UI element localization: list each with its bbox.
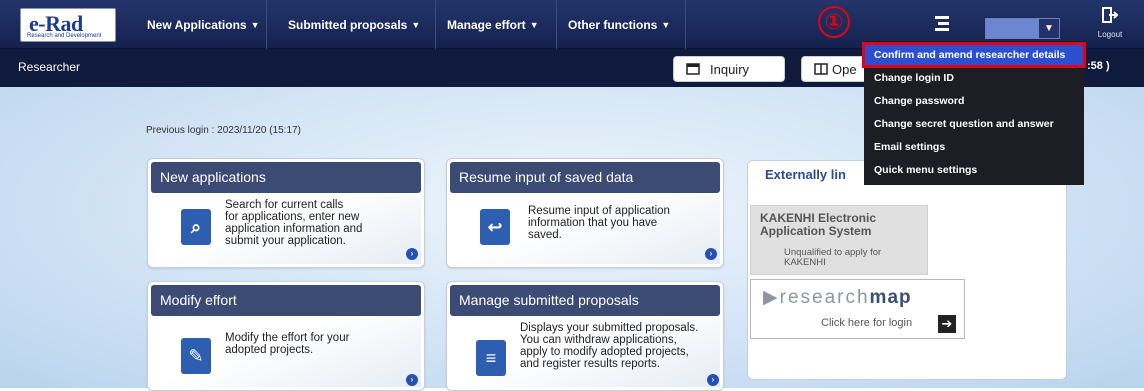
desc-line: Modify the effort for your [225, 332, 350, 344]
desc-line: submit your application. [225, 235, 346, 247]
researchmap-banner[interactable]: ▶researchmap Click here for login ➔ [750, 279, 965, 339]
arrow-right-icon[interactable]: ➔ [938, 315, 956, 333]
card-title: Manage submitted proposals [450, 285, 720, 316]
app-window: e-Rad Research and Development New Appli… [0, 0, 1144, 391]
card-title: Resume input of saved data [450, 162, 720, 193]
desc-line: for applications, enter new [225, 211, 360, 223]
menu-item-change-secret-question[interactable]: Change secret question and answer [864, 113, 1084, 135]
desc-line: saved. [528, 229, 562, 241]
card-description: Search for current calls for application… [225, 199, 362, 247]
logo-subtext: Research and Development [27, 33, 102, 39]
card-modify-effort[interactable]: Modify effort ✎ Modify the effort for yo… [147, 281, 425, 391]
previous-login: Previous login : 2023/11/20 (15:17) [146, 125, 301, 136]
inquiry-button[interactable]: Inquiry [673, 56, 785, 82]
desc-line: Search for current calls [225, 199, 344, 211]
role-label: Researcher [18, 60, 81, 74]
desc-line: apply to modify adopted projects, [520, 346, 689, 358]
open-label: Ope [832, 61, 857, 77]
user-menu-dropdown: Confirm and amend researcher details Cha… [862, 41, 1086, 185]
desc-line: and register results reports. [520, 358, 660, 370]
arrow-right-icon[interactable]: › [705, 248, 717, 260]
user-select[interactable]: ▼ [985, 18, 1060, 39]
login-datetime: :58 ) [1087, 60, 1110, 72]
kakenhi-banner: KAKENHI Electronic Application System Un… [750, 205, 928, 275]
card-description: Resume input of application information … [528, 205, 670, 241]
chevron-down-icon: ▼ [529, 19, 539, 30]
card-resume-input[interactable]: Resume input of saved data ↩ Resume inpu… [446, 158, 724, 268]
researchmap-logo-a: research [779, 287, 870, 308]
desc-line: You can withdraw applications, [520, 334, 677, 346]
nav-manage-effort[interactable]: Manage effort ▼ [437, 0, 557, 49]
menu-item-confirm-researcher[interactable]: Confirm and amend researcher details [862, 42, 1086, 68]
menu-item-quick-menu-settings[interactable]: Quick menu settings [864, 159, 1084, 181]
arrow-right-icon[interactable]: › [406, 374, 418, 386]
arrow-right-icon[interactable]: › [707, 374, 719, 386]
desc-line: Resume input of application [528, 205, 670, 217]
step-marker: ① [818, 6, 850, 38]
researchmap-logo: ▶researchmap [763, 286, 912, 309]
card-manage-proposals[interactable]: Manage submitted proposals ≡ Displays yo… [446, 281, 724, 391]
nav-label: Submitted proposals [288, 17, 408, 32]
nav-label: Other functions [568, 17, 658, 32]
kakenhi-title: KAKENHI Electronic Application System [760, 212, 876, 238]
chevron-down-icon[interactable]: ▼ [1039, 19, 1059, 38]
open-button[interactable]: Ope [801, 56, 871, 82]
kakenhi-title-line: Application System [760, 224, 872, 238]
window-icon [686, 63, 700, 75]
nav-label: New Applications [147, 17, 247, 32]
logout-button[interactable]: Logout [1090, 6, 1130, 39]
external-links-title: Externally lin [765, 167, 846, 182]
researchmap-logo-b: map [869, 287, 912, 308]
card-title: New applications [151, 162, 421, 193]
resume-document-icon: ↩ [480, 209, 510, 245]
nav-submitted-proposals[interactable]: Submitted proposals ▼ [278, 0, 436, 49]
logout-icon [1102, 7, 1119, 23]
desc-line: application information and [225, 223, 363, 235]
menu-item-email-settings[interactable]: Email settings [864, 136, 1084, 158]
card-body: ≡ Displays your submitted proposals. You… [450, 318, 720, 387]
book-icon [814, 63, 828, 75]
erad-logo[interactable]: e-Rad Research and Development [20, 8, 116, 42]
desc-line: information that you have [528, 217, 658, 229]
edit-document-icon: ✎ [181, 338, 211, 374]
chevron-down-icon: ▼ [411, 19, 421, 30]
play-icon: ▶ [763, 287, 780, 308]
card-description: Modify the effort for your adopted proje… [225, 332, 349, 356]
arrow-right-icon[interactable]: › [406, 248, 418, 260]
quick-menu-icon[interactable] [932, 14, 952, 34]
nav-new-applications[interactable]: New Applications ▼ [137, 0, 267, 49]
chevron-down-icon: ▼ [250, 19, 260, 30]
card-description: Displays your submitted proposals. You c… [520, 322, 698, 370]
chevron-down-icon: ▼ [661, 19, 671, 30]
logout-label: Logout [1097, 30, 1123, 39]
card-body: ⌕ Search for current calls for applicati… [151, 195, 421, 264]
menu-item-change-password[interactable]: Change password [864, 90, 1084, 112]
inquiry-label: Inquiry [710, 61, 750, 77]
search-document-icon: ⌕ [181, 209, 211, 245]
desc-line: Displays your submitted proposals. [520, 322, 699, 334]
card-title: Modify effort [151, 285, 421, 316]
desc-line: adopted projects. [225, 344, 314, 356]
kakenhi-note-line: KAKENHI [784, 257, 826, 268]
list-document-icon: ≡ [476, 340, 506, 376]
card-new-applications[interactable]: New applications ⌕ Search for current ca… [147, 158, 425, 268]
card-body: ↩ Resume input of application informatio… [450, 195, 720, 264]
nav-other-functions[interactable]: Other functions ▼ [558, 0, 686, 49]
card-body: ✎ Modify the effort for your adopted pro… [151, 318, 421, 387]
menu-item-change-login-id[interactable]: Change login ID [864, 67, 1084, 89]
researchmap-login-link[interactable]: Click here for login [821, 317, 912, 329]
nav-label: Manage effort [447, 17, 526, 32]
kakenhi-note: Unqualified to apply for KAKENHI [784, 248, 881, 268]
